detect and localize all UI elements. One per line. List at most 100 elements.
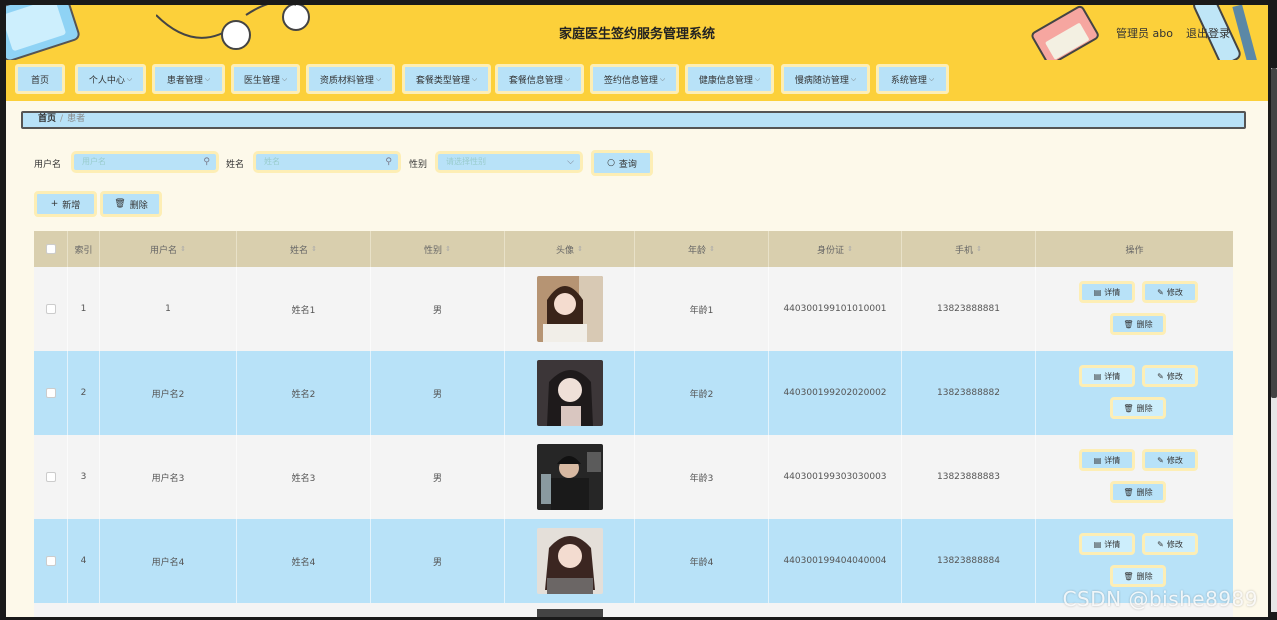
select-all-cell: [34, 231, 68, 267]
row-select-cell: [34, 519, 68, 603]
avatar: [536, 360, 603, 426]
search-icon: ○: [607, 158, 615, 168]
nav-item-personal-center[interactable]: 个人中心 ⌵: [75, 64, 146, 94]
row-checkbox[interactable]: [45, 304, 56, 314]
pencil-icon: ✎: [1157, 539, 1164, 549]
detail-button[interactable]: ▤ 详情: [1079, 533, 1135, 555]
gender-cell: 男: [371, 351, 505, 435]
name-filter-label: 姓名: [226, 160, 245, 170]
chevron-down-icon: ⌵: [850, 74, 857, 83]
breadcrumb: 首页 / 患者: [21, 111, 1246, 129]
actions-cell: ▤ 详情 ✎ 修改 🗑 删除: [1036, 267, 1233, 351]
nav-item-qualification-management[interactable]: 资质材料管理 ⌵: [306, 64, 395, 94]
id-card-cell: 440300199101010001: [769, 267, 902, 351]
chevron-down-icon: ⌵: [754, 74, 761, 83]
sort-icon: ⇕: [709, 245, 715, 253]
sort-icon: ⇕: [311, 245, 317, 253]
delete-button[interactable]: 🗑 删除: [1110, 565, 1166, 587]
column-header-gender[interactable]: 性别 ⇕: [371, 231, 505, 267]
row-select-cell: [34, 435, 68, 519]
column-header-actions: 操作: [1125, 245, 1144, 256]
trash-icon: 🗑: [1123, 487, 1134, 497]
chevron-down-icon: ⌵: [471, 74, 478, 83]
gender-select[interactable]: 请选择性别 ⌵: [435, 151, 583, 173]
id-card-cell: 440300199202020002: [769, 351, 902, 435]
query-button[interactable]: ○ 查询: [591, 150, 653, 176]
id-card-cell: 440300199303030003: [769, 435, 902, 519]
logout-link[interactable]: 退出登录: [1186, 25, 1230, 41]
age-cell: 年龄1: [635, 267, 769, 351]
nav-item-health-info-management[interactable]: 健康信息管理 ⌵: [685, 64, 774, 94]
app-header: 家庭医生签约服务管理系统 管理员 abo 退出登录: [6, 5, 1268, 60]
detail-button[interactable]: ▤ 详情: [1079, 365, 1135, 387]
avatar-cell: [505, 267, 635, 351]
edit-button[interactable]: ✎ 修改: [1142, 365, 1198, 387]
avatar-cell: [505, 351, 635, 435]
table-row: 3 用户名3 姓名3 男 年龄3 440300199303030003 1382…: [34, 435, 1233, 519]
column-header-id-card[interactable]: 身份证 ⇕: [769, 231, 902, 267]
select-all-checkbox[interactable]: [45, 244, 56, 254]
search-icon: ⚲: [203, 157, 210, 167]
delete-button[interactable]: 🗑 删除: [1110, 481, 1166, 503]
table-row: 1 1 姓名1 男 年龄1 440300199101010001 1382388…: [34, 267, 1233, 351]
breadcrumb-current: 患者: [67, 114, 86, 124]
nav-item-contract-info-management[interactable]: 签约信息管理 ⌵: [590, 64, 679, 94]
pencil-icon: ✎: [1157, 287, 1164, 297]
trash-icon: 🗑: [1123, 319, 1134, 329]
scrollbar-thumb[interactable]: [1271, 68, 1277, 398]
sort-icon: ⇕: [847, 245, 853, 253]
add-button[interactable]: + 新增: [34, 191, 97, 217]
name-cell: 姓名1: [237, 267, 371, 351]
detail-button[interactable]: ▤ 详情: [1079, 449, 1135, 471]
nav-item-package-info-management[interactable]: 套餐信息管理 ⌵: [495, 64, 584, 94]
row-select-cell: [34, 267, 68, 351]
nav-item-patient-management[interactable]: 患者管理 ⌵: [152, 64, 225, 94]
avatar: [536, 528, 603, 594]
nav-item-system-management[interactable]: 系统管理 ⌵: [876, 64, 949, 94]
nav-item-doctor-management[interactable]: 医生管理 ⌵: [231, 64, 300, 94]
column-header-username[interactable]: 用户名 ⇕: [100, 231, 237, 267]
search-icon: ⚲: [385, 157, 392, 167]
column-header-age[interactable]: 年龄 ⇕: [635, 231, 769, 267]
chevron-down-icon: ⌵: [564, 74, 571, 83]
sort-icon: ⇕: [445, 245, 451, 253]
column-header-avatar[interactable]: 头像 ⇕: [505, 231, 635, 267]
document-icon: ▤: [1093, 287, 1102, 297]
age-cell: 年龄2: [635, 351, 769, 435]
phone-cell: 13823888882: [902, 351, 1036, 435]
bulk-delete-button[interactable]: 🗑 删除: [100, 191, 162, 217]
document-icon: ▤: [1093, 539, 1102, 549]
delete-button[interactable]: 🗑 删除: [1110, 397, 1166, 419]
actions-cell: ▤ 详情 ✎ 修改 🗑 删除: [1036, 435, 1233, 519]
detail-button[interactable]: ▤ 详情: [1079, 281, 1135, 303]
gender-filter-label: 性别: [409, 160, 428, 170]
edit-button[interactable]: ✎ 修改: [1142, 281, 1198, 303]
nav-item-package-type-management[interactable]: 套餐类型管理 ⌵: [402, 64, 491, 94]
name-search-input[interactable]: 姓名 ⚲: [253, 151, 401, 173]
row-checkbox[interactable]: [45, 388, 56, 398]
name-cell: 姓名4: [237, 519, 371, 603]
table-header: 索引 用户名 ⇕ 姓名 ⇕ 性别 ⇕ 头像 ⇕ 年龄 ⇕ 身份证 ⇕ 手机 ⇕ 操作: [34, 231, 1233, 267]
current-user-label: 管理员 abo: [1116, 27, 1173, 40]
name-cell: 姓名2: [237, 351, 371, 435]
row-checkbox[interactable]: [45, 556, 56, 566]
column-header-phone[interactable]: 手机 ⇕: [902, 231, 1036, 267]
index-cell: 2: [68, 351, 100, 435]
column-header-name[interactable]: 姓名 ⇕: [237, 231, 371, 267]
row-checkbox[interactable]: [45, 472, 56, 482]
gender-cell: 男: [371, 519, 505, 603]
delete-button[interactable]: 🗑 删除: [1110, 313, 1166, 335]
index-cell: 1: [68, 267, 100, 351]
plus-icon: +: [50, 199, 59, 209]
nav-item-home[interactable]: 首页: [15, 64, 65, 94]
chevron-down-icon: ⌵: [204, 74, 211, 83]
sort-icon: ⇕: [976, 245, 982, 253]
trash-icon: 🗑: [1123, 571, 1134, 581]
username-search-input[interactable]: 用户名 ⚲: [71, 151, 219, 173]
edit-button[interactable]: ✎ 修改: [1142, 533, 1198, 555]
edit-button[interactable]: ✎ 修改: [1142, 449, 1198, 471]
gender-cell: 男: [371, 267, 505, 351]
nav-item-chronic-followup-management[interactable]: 慢病随访管理 ⌵: [781, 64, 870, 94]
breadcrumb-home[interactable]: 首页: [38, 114, 56, 124]
chevron-down-icon: ⌵: [126, 74, 133, 83]
